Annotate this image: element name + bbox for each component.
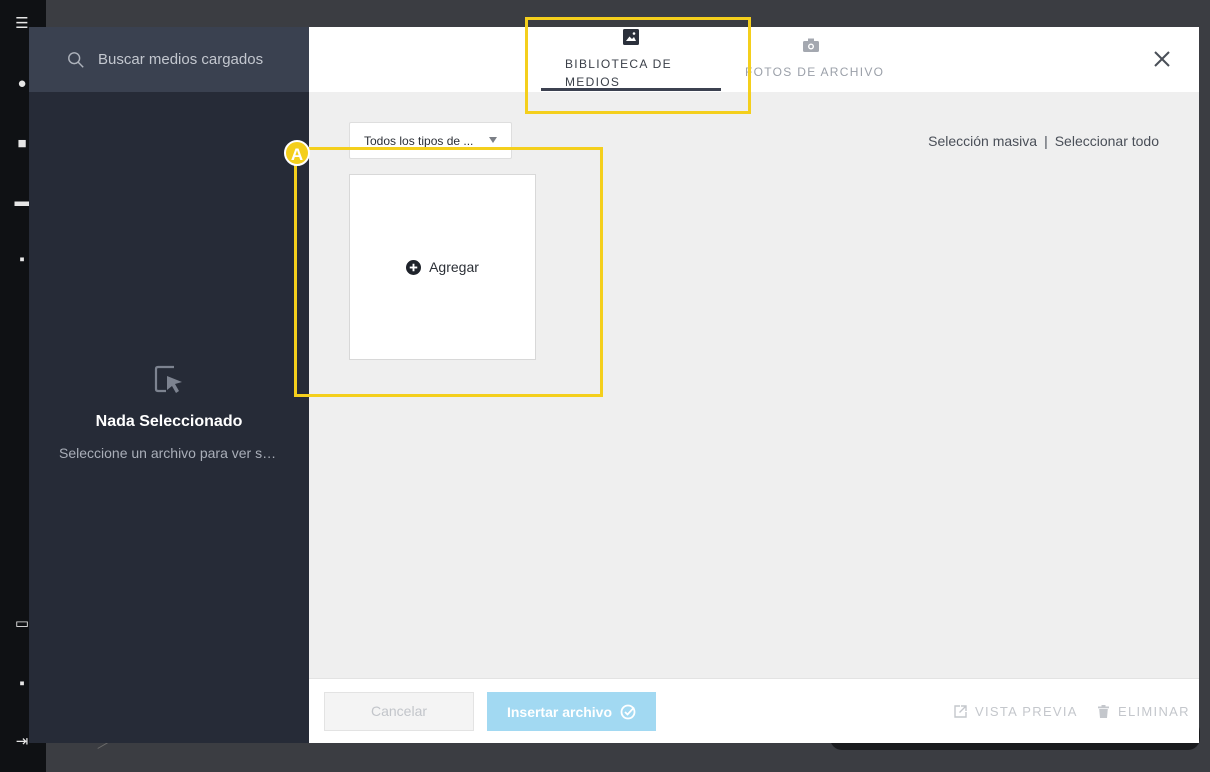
- preview-label: VISTA PREVIA: [975, 704, 1078, 719]
- details-sidebar: Nada Seleccionado Seleccione un archivo …: [29, 27, 309, 743]
- camera-icon: [803, 38, 819, 52]
- annotation-badge-a: A: [284, 140, 310, 166]
- select-all-link[interactable]: Seleccionar todo: [1055, 133, 1159, 149]
- search-input[interactable]: [98, 51, 308, 68]
- cursor-select-icon: [154, 365, 182, 393]
- search-icon: [68, 51, 84, 68]
- bulk-selection-links: Selección masiva | Seleccionar todo: [928, 133, 1159, 149]
- close-icon[interactable]: [1153, 50, 1171, 68]
- tab-highlight-box: [525, 17, 751, 114]
- add-tile-highlight-box: [294, 147, 603, 397]
- media-modal: Nada Seleccionado Seleccione un archivo …: [29, 27, 1199, 743]
- empty-state: Nada Seleccionado Seleccione un archivo …: [29, 363, 309, 461]
- cancel-button[interactable]: Cancelar: [324, 692, 474, 731]
- modal-header: BIBLIOTECA DE MEDIOS FOTOS DE ARCHIVO: [309, 27, 1199, 92]
- insert-file-label: Insertar archivo: [506, 703, 613, 720]
- delete-label: ELIMINAR: [1118, 704, 1190, 719]
- search-bar: [29, 27, 309, 92]
- bulk-select-link[interactable]: Selección masiva: [928, 133, 1037, 149]
- external-link-icon: [954, 705, 967, 718]
- chevron-down-icon: [489, 137, 497, 143]
- modal-footer: Cancelar Insertar archivo VISTA PREVIA E…: [309, 678, 1199, 743]
- tab-stock-photos[interactable]: FOTOS DE ARCHIVO: [741, 27, 901, 92]
- delete-button[interactable]: ELIMINAR: [1097, 704, 1190, 719]
- preview-button[interactable]: VISTA PREVIA: [954, 704, 1078, 719]
- insert-file-button[interactable]: Insertar archivo: [487, 692, 656, 731]
- empty-state-subtitle: Seleccione un archivo para ver sus detal…: [59, 445, 309, 461]
- check-circle-icon: [620, 704, 636, 719]
- trash-icon: [1098, 705, 1109, 718]
- empty-state-title: Nada Seleccionado: [95, 413, 243, 430]
- media-type-filter-value: Todos los tipos de ...: [364, 134, 474, 148]
- tab-stock-photos-label: FOTOS DE ARCHIVO: [745, 65, 885, 79]
- link-separator: |: [1044, 133, 1048, 149]
